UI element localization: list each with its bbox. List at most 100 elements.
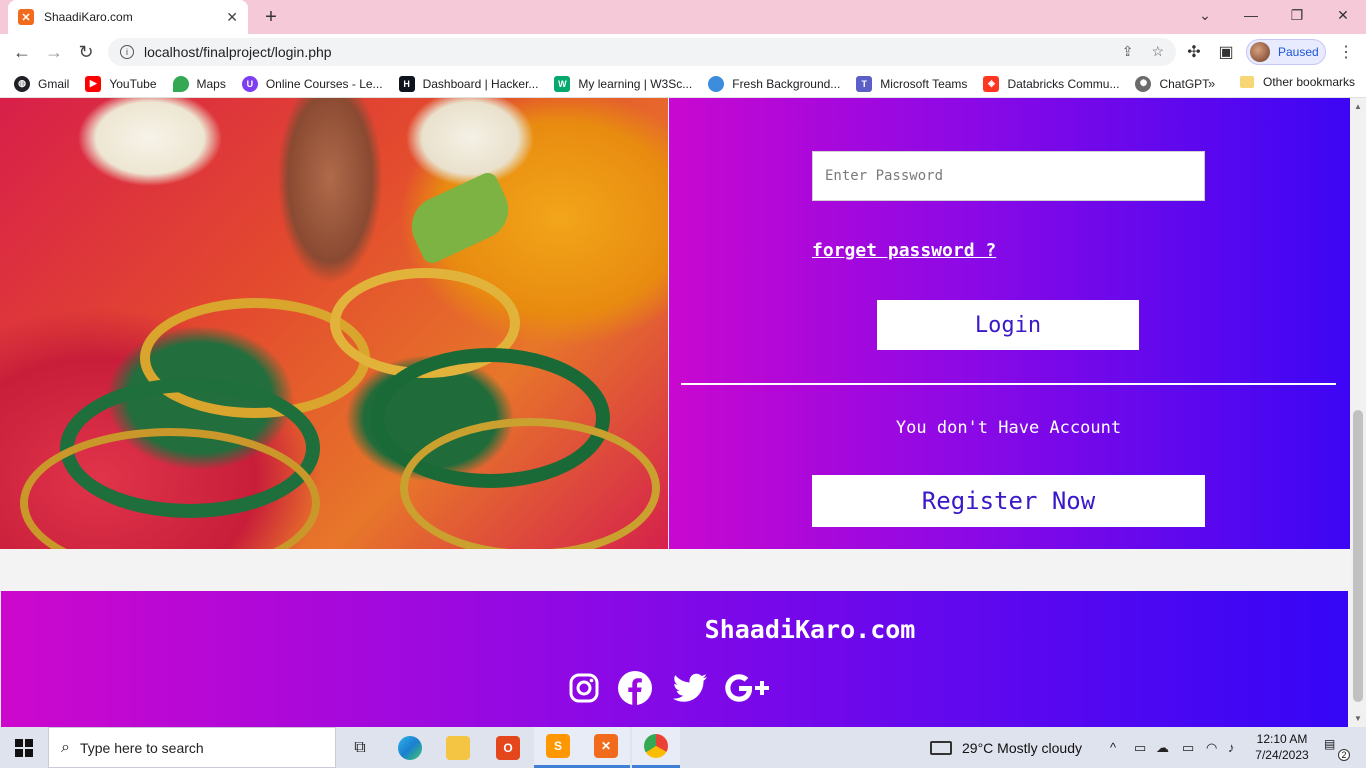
xampp-favicon-icon: ✕ — [18, 9, 34, 25]
new-tab-button[interactable]: + — [258, 4, 284, 30]
restore-button[interactable]: ❐ — [1274, 0, 1320, 30]
notification-icon: ▤ — [1324, 737, 1336, 751]
register-now-button[interactable]: Register Now — [812, 475, 1205, 527]
forget-password-link[interactable]: forget password ? — [812, 240, 996, 261]
bookmark-fresh-background[interactable]: Fresh Background... — [708, 75, 841, 92]
footer-brand: ShaadiKaro.com — [704, 615, 916, 644]
chrome-app[interactable] — [632, 727, 680, 768]
login-panel: forget password ? Login You don't Have A… — [669, 98, 1350, 549]
sublime-text-icon: S — [546, 734, 570, 758]
browser-tab[interactable]: ✕ ShaadiKaro.com ✕ — [8, 0, 248, 34]
xampp-app[interactable]: ✕ — [582, 727, 630, 768]
blob-icon — [708, 75, 725, 92]
bangle-decoration — [400, 418, 660, 549]
password-input[interactable] — [812, 151, 1205, 201]
volume-icon[interactable]: ♪ — [1228, 727, 1235, 768]
bookmark-gmail[interactable]: ◍ Gmail — [14, 75, 69, 92]
w3schools-icon: W — [554, 75, 571, 92]
bookmark-label: Fresh Background... — [732, 76, 841, 91]
bookmark-label: Online Courses - Le... — [265, 76, 383, 91]
profile-status: Paused — [1278, 45, 1319, 59]
divider — [681, 383, 1336, 385]
wifi-icon[interactable]: ◠ — [1206, 727, 1217, 768]
show-hidden-icons-button[interactable]: ^ — [1110, 727, 1116, 768]
more-bookmarks-button[interactable]: » — [1208, 76, 1215, 91]
office-app[interactable]: O — [484, 727, 532, 768]
no-account-text: You don't Have Account — [895, 418, 1122, 438]
battery-icon[interactable]: ▭ — [1182, 727, 1194, 768]
browser-tab-strip: ✕ ShaadiKaro.com ✕ + ⌄ — ❐ ✕ — [0, 0, 1366, 34]
page-scrollbar[interactable]: ▲ ▼ — [1350, 98, 1366, 727]
bookmark-databricks[interactable]: ◈ Databricks Commu... — [983, 75, 1119, 92]
windows-logo-icon — [15, 738, 33, 757]
minimize-button[interactable]: — — [1228, 0, 1274, 30]
search-icon: ⌕ — [61, 738, 70, 756]
bookmarks-bar: ◍ Gmail ▶ YouTube Maps U Online Courses … — [0, 70, 1366, 98]
file-explorer-app[interactable] — [434, 727, 482, 768]
share-icon[interactable]: ⇪ — [1122, 43, 1134, 60]
other-bookmarks-folder[interactable]: Other bookmarks — [1240, 75, 1355, 89]
bookmark-youtube[interactable]: ▶ YouTube — [85, 75, 157, 92]
google-plus-icon[interactable] — [723, 671, 773, 705]
weather-widget[interactable]: 29°C Mostly cloudy — [930, 727, 1082, 768]
weather-icon — [930, 740, 952, 755]
task-view-icon: ⧉ — [354, 738, 366, 756]
browser-menu-icon[interactable]: ⋮ — [1338, 42, 1354, 62]
browser-toolbar: ← → ↻ i localhost/finalproject/login.php… — [0, 34, 1366, 70]
taskbar-search-box[interactable]: ⌕ Type here to search — [48, 727, 336, 768]
betel-leaf-decoration — [402, 169, 518, 267]
avatar — [1250, 42, 1270, 62]
edge-app[interactable] — [386, 727, 434, 768]
teams-icon: T — [856, 75, 873, 92]
tab-search-icon[interactable]: ⌄ — [1182, 0, 1228, 30]
address-bar[interactable]: i localhost/finalproject/login.php ⇪ ☆ — [108, 38, 1176, 66]
facebook-icon[interactable] — [618, 671, 652, 705]
login-button[interactable]: Login — [877, 300, 1139, 350]
site-footer: ShaadiKaro.com — [1, 591, 1348, 727]
instagram-icon[interactable] — [567, 671, 601, 705]
databricks-icon: ◈ — [983, 75, 1000, 92]
bookmark-chatgpt[interactable]: ✺ ChatGPT — [1135, 75, 1210, 92]
bookmark-label: YouTube — [109, 76, 157, 91]
bookmark-online-courses[interactable]: U Online Courses - Le... — [241, 75, 383, 92]
forward-arrow-icon[interactable]: → — [42, 40, 66, 64]
side-panel-icon[interactable]: ▣ — [1216, 42, 1236, 62]
weather-text: 29°C Mostly cloudy — [962, 739, 1082, 756]
wedding-hands-photo — [0, 98, 668, 549]
meet-now-icon[interactable]: ▭ — [1134, 727, 1146, 768]
bookmark-w3schools[interactable]: W My learning | W3Sc... — [554, 75, 692, 92]
bookmark-maps[interactable]: Maps — [172, 75, 226, 92]
maps-pin-icon — [172, 75, 189, 92]
hackerrank-icon: H — [398, 75, 415, 92]
close-window-button[interactable]: ✕ — [1320, 0, 1366, 30]
scroll-down-arrow-icon[interactable]: ▼ — [1354, 714, 1362, 723]
extensions-puzzle-icon[interactable]: ✣ — [1184, 42, 1204, 62]
bookmark-star-icon[interactable]: ☆ — [1151, 43, 1164, 60]
windows-taskbar: ⌕ Type here to search ⧉ O S ✕ 29°C Mostl… — [0, 727, 1366, 768]
reload-icon[interactable]: ↻ — [74, 40, 98, 64]
notification-count-badge: 2 — [1338, 749, 1350, 761]
windows-start-button[interactable] — [0, 727, 48, 768]
system-clock[interactable]: 12:10 AM 7/24/2023 — [1252, 731, 1312, 763]
onedrive-icon[interactable]: ☁ — [1156, 727, 1169, 768]
scrollbar-thumb[interactable] — [1353, 410, 1363, 702]
office-icon: O — [496, 735, 520, 760]
sublime-text-app[interactable]: S — [534, 727, 582, 768]
bookmark-microsoft-teams[interactable]: T Microsoft Teams — [856, 75, 967, 92]
site-info-icon[interactable]: i — [120, 45, 134, 59]
bookmark-hackerrank[interactable]: H Dashboard | Hacker... — [398, 75, 539, 92]
task-view-button[interactable]: ⧉ — [336, 727, 384, 768]
tab-close-icon[interactable]: ✕ — [226, 9, 238, 26]
notification-center-button[interactable]: ▤ 2 — [1324, 737, 1350, 761]
bookmark-label: ChatGPT — [1159, 76, 1210, 91]
clock-time: 12:10 AM — [1256, 732, 1308, 746]
url-text[interactable]: localhost/finalproject/login.php — [144, 44, 332, 60]
courses-icon: U — [241, 75, 258, 92]
profile-button[interactable]: Paused — [1246, 39, 1326, 65]
search-placeholder: Type here to search — [79, 739, 204, 756]
scroll-up-arrow-icon[interactable]: ▲ — [1354, 102, 1362, 111]
folder-icon — [1240, 76, 1254, 88]
bookmark-label: Dashboard | Hacker... — [422, 76, 539, 91]
back-arrow-icon[interactable]: ← — [10, 40, 34, 64]
twitter-icon[interactable] — [671, 671, 709, 705]
